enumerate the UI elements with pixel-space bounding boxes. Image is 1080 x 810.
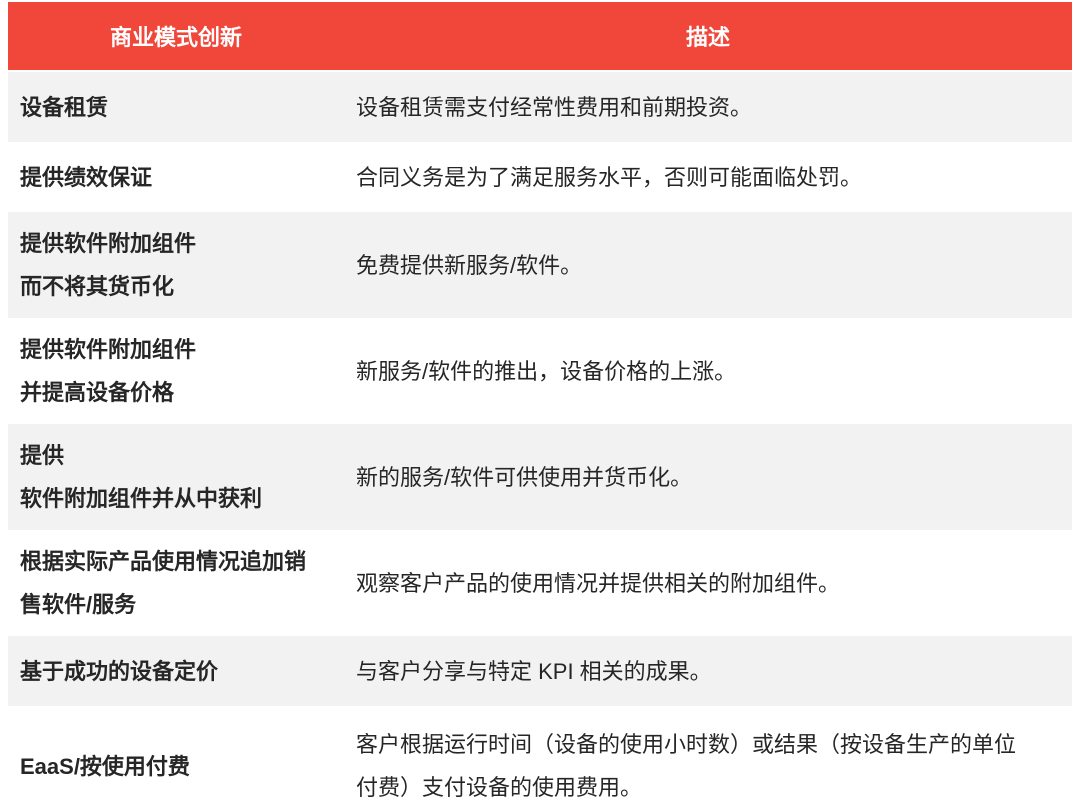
description-cell: 免费提供新服务/软件。 (344, 212, 1072, 318)
table-row: 提供软件附加组件 并提高设备价格 新服务/软件的推出，设备价格的上涨。 (8, 318, 1072, 424)
model-text: 并提高设备价格 (20, 380, 175, 405)
header-model-label: 商业模式创新 (109, 25, 242, 50)
description-text: 与客户分享与特定 KPI 相关的成果。 (356, 658, 712, 684)
model-cell: 提供绩效保证 (8, 142, 344, 212)
table-row: 提供绩效保证 合同义务是为了满足服务水平，否则可能面临处罚。 (8, 142, 1072, 212)
description-text: 付费）支付设备的使用费用。 (356, 775, 643, 800)
header-description-label: 描述 (685, 25, 730, 50)
model-text: 提供软件附加组件 (20, 337, 197, 362)
table-row: 设备租赁 设备租赁需支付经常性费用和前期投资。 (8, 72, 1072, 142)
model-text: 设备租赁 (20, 94, 109, 120)
model-text: 软件附加组件并从中获利 (20, 486, 263, 511)
table-row: 提供 软件附加组件并从中获利 新的服务/软件可供使用并货币化。 (8, 424, 1072, 530)
description-text: 新服务/软件的推出，设备价格的上涨。 (356, 358, 737, 384)
model-text: 提供绩效保证 (20, 164, 153, 190)
model-cell: 基于成功的设备定价 (8, 636, 344, 706)
model-cell: 设备租赁 (8, 72, 344, 142)
table-row: 基于成功的设备定价 与客户分享与特定 KPI 相关的成果。 (8, 636, 1072, 706)
header-description-cell: 描述 (344, 2, 1072, 70)
table-row: 根据实际产品使用情况追加销 售软件/服务 观察客户产品的使用情况并提供相关的附加… (8, 530, 1072, 636)
model-text: EaaS/按使用付费 (20, 753, 190, 779)
description-text: 新的服务/软件可供使用并货币化。 (356, 464, 693, 490)
table-header-row: 商业模式创新 描述 (8, 2, 1072, 70)
model-text: 根据实际产品使用情况追加销 (20, 549, 307, 574)
description-cell: 新服务/软件的推出，设备价格的上涨。 (344, 318, 1072, 424)
model-text: 而不将其货币化 (20, 274, 175, 299)
table-row: 提供软件附加组件 而不将其货币化 免费提供新服务/软件。 (8, 212, 1072, 318)
description-cell: 设备租赁需支付经常性费用和前期投资。 (344, 72, 1072, 142)
model-text: 提供软件附加组件 (20, 231, 197, 256)
description-cell: 新的服务/软件可供使用并货币化。 (344, 424, 1072, 530)
description-text: 观察客户产品的使用情况并提供相关的附加组件。 (356, 570, 841, 596)
business-model-table: 商业模式创新 描述 设备租赁 设备租赁需支付经常性费用和前期投资。 提供绩效保证… (8, 2, 1072, 810)
table-row: EaaS/按使用付费 客户根据运行时间（设备的使用小时数）或结果（按设备生产的单… (8, 706, 1072, 810)
description-cell: 观察客户产品的使用情况并提供相关的附加组件。 (344, 530, 1072, 636)
model-cell: 提供软件附加组件 而不将其货币化 (8, 212, 344, 318)
model-text: 售软件/服务 (20, 592, 137, 617)
description-text: 设备租赁需支付经常性费用和前期投资。 (356, 94, 753, 120)
model-cell: 提供 软件附加组件并从中获利 (8, 424, 344, 530)
header-model-cell: 商业模式创新 (8, 2, 344, 70)
model-cell: 提供软件附加组件 并提高设备价格 (8, 318, 344, 424)
description-cell: 客户根据运行时间（设备的使用小时数）或结果（按设备生产的单位 付费）支付设备的使… (344, 706, 1072, 810)
description-cell: 合同义务是为了满足服务水平，否则可能面临处罚。 (344, 142, 1072, 212)
description-text: 客户根据运行时间（设备的使用小时数）或结果（按设备生产的单位 (356, 732, 1017, 757)
description-text: 合同义务是为了满足服务水平，否则可能面临处罚。 (356, 164, 863, 190)
model-text: 基于成功的设备定价 (20, 658, 219, 684)
model-cell: 根据实际产品使用情况追加销 售软件/服务 (8, 530, 344, 636)
model-text: 提供 (20, 443, 65, 468)
description-text: 免费提供新服务/软件。 (356, 252, 583, 278)
description-cell: 与客户分享与特定 KPI 相关的成果。 (344, 636, 1072, 706)
model-cell: EaaS/按使用付费 (8, 706, 344, 810)
